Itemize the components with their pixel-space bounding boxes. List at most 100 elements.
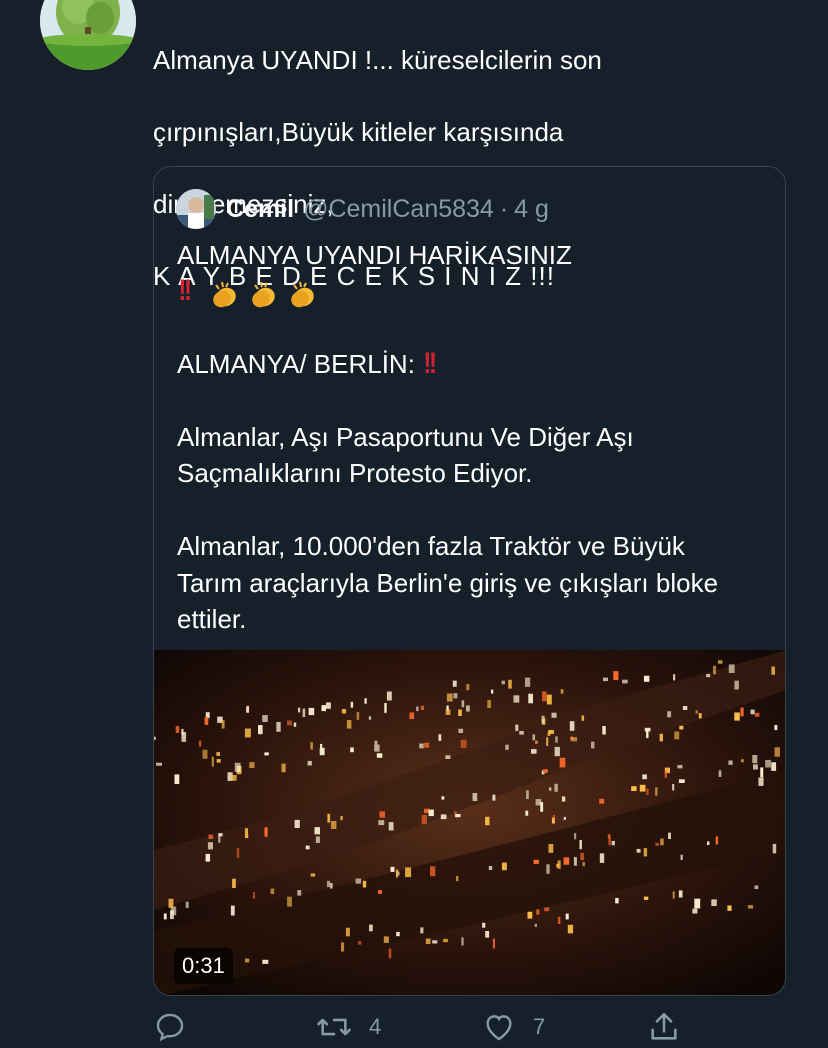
- vehicle-light: [346, 720, 352, 729]
- vehicle-light: [519, 731, 524, 735]
- vehicle-light: [420, 705, 424, 710]
- vehicle-light: [405, 867, 412, 877]
- vehicle-light: [246, 706, 250, 713]
- vehicle-light: [460, 739, 467, 748]
- tweet-line: Almanya UYANDI !... küreselcilerin son: [153, 45, 602, 75]
- vehicle-light: [581, 715, 585, 721]
- vehicle-light: [386, 691, 392, 701]
- vehicle-light: [216, 752, 220, 756]
- quoted-tweet-body: ALMANYA UYANDI HARİKASINIZ !! ALMANYA/ B…: [177, 237, 767, 637]
- vehicle-light: [409, 712, 415, 719]
- vehicle-light: [438, 734, 442, 741]
- double-exclamation-icon: !!: [178, 274, 192, 308]
- vehicle-light: [456, 876, 459, 882]
- vehicle-light: [740, 707, 744, 717]
- vehicle-light: [425, 938, 431, 944]
- vehicle-light: [202, 749, 208, 759]
- tree-icon: [40, 0, 136, 70]
- vehicle-light: [364, 698, 367, 704]
- vehicle-light: [270, 888, 275, 894]
- vehicle-light: [466, 705, 470, 712]
- video-thumbnail: [154, 650, 785, 995]
- vehicle-light: [310, 873, 316, 877]
- vehicle-light: [734, 712, 740, 721]
- separator-dot: ·: [499, 194, 509, 223]
- vehicle-light: [546, 694, 552, 705]
- vehicle-light: [515, 724, 519, 731]
- vehicle-light: [310, 742, 313, 750]
- quoted-line: ALMANYA/ BERLİN: !!: [177, 346, 767, 382]
- vehicle-light: [175, 726, 180, 733]
- vehicle-light: [230, 905, 235, 916]
- vehicle-light: [198, 740, 202, 747]
- vehicle-light: [420, 927, 424, 934]
- vehicle-light: [561, 796, 566, 802]
- vehicle-light: [727, 905, 732, 911]
- vehicle-light: [341, 942, 345, 952]
- vehicle-light: [536, 909, 540, 915]
- vehicle-light: [752, 755, 758, 764]
- vehicle-light: [356, 712, 360, 720]
- vehicle-light: [216, 759, 221, 763]
- quoted-line: Almanlar, Aşı Pasaportunu Ve Diğer Aşı: [177, 421, 634, 452]
- vehicle-light: [376, 753, 383, 758]
- vehicle-light: [207, 842, 213, 850]
- vehicle-light: [330, 883, 333, 889]
- quoted-user-name[interactable]: Cemil: [226, 195, 294, 224]
- vehicle-light: [430, 866, 436, 877]
- vehicle-light: [680, 854, 683, 861]
- vehicle-light: [717, 660, 723, 664]
- quoted-user-handle[interactable]: @CemilCan5834: [303, 195, 494, 224]
- vehicle-light: [567, 924, 574, 934]
- vehicle-light: [262, 715, 268, 722]
- vehicle-light: [543, 769, 548, 773]
- vehicle-light: [774, 725, 778, 731]
- vehicle-light: [559, 757, 566, 768]
- quoted-tweet-card[interactable]: Cemil @CemilCan5834 · 4 g ALMANYA UYANDI…: [153, 166, 786, 996]
- vehicle-light: [548, 730, 554, 734]
- vehicle-light: [163, 913, 167, 920]
- vehicle-light: [573, 857, 577, 866]
- vehicle-light: [287, 896, 292, 907]
- quoted-tweet-time[interactable]: 4 g: [514, 195, 549, 224]
- vehicle-light: [613, 671, 619, 681]
- vehicle-light: [154, 736, 156, 740]
- vehicle-light: [643, 848, 648, 857]
- vehicle-light: [548, 844, 554, 853]
- reply-button[interactable]: [153, 1010, 203, 1044]
- vehicle-light: [416, 706, 419, 712]
- vehicle-light: [602, 726, 606, 735]
- share-button[interactable]: [647, 1010, 697, 1044]
- vehicle-light: [350, 747, 354, 753]
- reply-icon: [156, 1013, 184, 1042]
- emoji-line: !!: [177, 273, 767, 309]
- vehicle-light: [362, 880, 367, 888]
- vehicle-light: [646, 788, 649, 796]
- user-avatar[interactable]: [40, 0, 136, 70]
- vehicle-light: [659, 733, 663, 742]
- vehicle-light: [236, 848, 240, 858]
- vehicle-light: [472, 793, 478, 801]
- vehicle-light: [611, 840, 615, 846]
- quoted-line: ALMANYA UYANDI HARİKASINIZ: [177, 240, 572, 270]
- vehicle-light: [528, 693, 533, 704]
- vehicle-light: [655, 842, 659, 846]
- vehicle-light: [249, 762, 255, 768]
- like-button[interactable]: 7: [481, 1010, 545, 1044]
- vehicle-light: [485, 931, 490, 938]
- vehicle-light: [485, 816, 490, 826]
- vehicle-light: [345, 927, 350, 937]
- vehicle-light: [232, 878, 236, 888]
- vehicle-light: [535, 799, 542, 806]
- vehicle-light: [728, 760, 733, 765]
- like-count: 7: [533, 1014, 546, 1039]
- video-player[interactable]: 0:31: [154, 650, 785, 995]
- retweet-button[interactable]: 4: [315, 1010, 381, 1044]
- vehicle-light: [276, 722, 281, 732]
- vehicle-light: [445, 709, 451, 715]
- vehicle-light: [396, 932, 400, 937]
- vehicle-light: [432, 940, 438, 944]
- vehicle-light: [554, 783, 558, 792]
- quoted-user-avatar[interactable]: [176, 189, 216, 229]
- vehicle-light: [639, 784, 646, 792]
